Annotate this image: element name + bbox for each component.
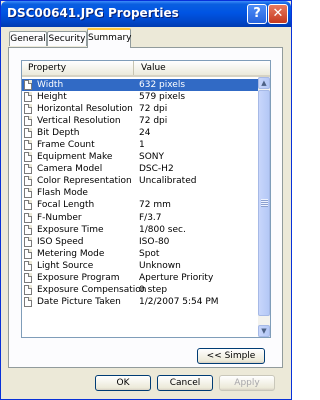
list-item[interactable]: Camera Model DSC-H2 [22, 163, 258, 175]
property-page-icon [24, 224, 32, 235]
list-item[interactable]: Horizontal Resolution 72 dpi [22, 103, 258, 115]
property-value: Aperture Priority [139, 272, 214, 283]
property-name: Focal Length [37, 200, 95, 211]
property-name: Horizontal Resolution [37, 104, 133, 115]
list-item[interactable]: Light Source Unknown [22, 260, 258, 272]
column-header-property[interactable]: Property [22, 61, 134, 75]
property-page-icon [24, 80, 32, 90]
property-value: 72 dpi [139, 104, 168, 115]
list-item[interactable]: F-Number F/3.7 [22, 212, 258, 224]
property-value: 1/2/2007 5:54 PM [139, 296, 219, 307]
property-page-icon [24, 212, 32, 223]
simple-button[interactable]: << Simple [197, 348, 265, 364]
list-item[interactable]: Width 632 pixels [22, 79, 258, 92]
property-page-icon [24, 92, 32, 103]
scroll-up-arrow-icon[interactable]: ▲ [258, 77, 270, 89]
property-name: ISO Speed [37, 236, 84, 247]
list-item[interactable]: Frame Count 1 [22, 139, 258, 151]
scroll-down-arrow-icon[interactable]: ▼ [258, 325, 270, 337]
list-item[interactable]: Exposure Time 1/800 sec. [22, 224, 258, 236]
property-page-icon [24, 260, 32, 271]
list-header: Property Value [22, 61, 270, 77]
property-page-icon [24, 200, 32, 211]
property-page-icon [24, 128, 32, 139]
list-item[interactable]: Date Picture Taken 1/2/2007 5:54 PM [22, 296, 258, 308]
property-name: Exposure Time [37, 224, 104, 235]
property-name: Metering Mode [37, 248, 105, 259]
window-title: DSC00641.JPG Properties [7, 6, 179, 20]
property-name: Height [37, 92, 67, 103]
column-header-value[interactable]: Value [135, 61, 258, 75]
property-page-icon [24, 116, 32, 127]
ok-button[interactable]: OK [95, 375, 151, 391]
list-item[interactable]: Height 579 pixels [22, 91, 258, 103]
property-page-icon [24, 164, 32, 175]
list-item[interactable]: ISO Speed ISO-80 [22, 236, 258, 248]
property-value: 579 pixels [139, 92, 186, 103]
property-name: Bit Depth [37, 128, 80, 139]
property-value: Spot [139, 248, 160, 259]
property-value: Unknown [139, 260, 181, 271]
list-item[interactable]: Exposure Program Aperture Priority [22, 272, 258, 284]
property-page-icon [24, 140, 32, 151]
tab-security[interactable]: Security [47, 31, 87, 46]
close-icon[interactable]: ✕ [268, 4, 288, 24]
property-page-icon [24, 284, 32, 295]
property-name: Color Representation [37, 176, 132, 187]
property-name: Date Picture Taken [37, 296, 121, 307]
help-icon[interactable]: ? [247, 4, 267, 24]
property-value: Uncalibrated [139, 176, 197, 187]
property-page-icon [24, 104, 32, 115]
property-page-icon [24, 236, 32, 247]
title-bar[interactable]: DSC00641.JPG Properties ? ✕ [1, 1, 291, 27]
property-name: Equipment Make [37, 152, 113, 163]
property-value: 1/800 sec. [139, 224, 186, 235]
property-name: Exposure Compensation [37, 284, 147, 295]
property-name: Vertical Resolution [37, 116, 121, 127]
property-value: 72 mm [139, 200, 171, 211]
tab-summary[interactable]: Summary [87, 28, 132, 48]
property-value: 72 dpi [139, 116, 168, 127]
list-item[interactable]: Focal Length 72 mm [22, 199, 258, 211]
list-item[interactable]: Equipment Make SONY [22, 151, 258, 163]
property-value: 24 [139, 128, 151, 139]
list-item[interactable]: Color Representation Uncalibrated [22, 175, 258, 187]
list-item[interactable]: Vertical Resolution 72 dpi [22, 115, 258, 127]
list-item[interactable]: Exposure Compensation 0 step [22, 284, 258, 296]
property-value: F/3.7 [139, 212, 162, 223]
properties-dialog: DSC00641.JPG Properties ? ✕ General Secu… [0, 0, 292, 400]
property-page-icon [24, 296, 32, 307]
scroll-thumb[interactable] [258, 90, 270, 316]
property-page-icon [24, 272, 32, 283]
property-name: F-Number [37, 212, 82, 223]
cancel-button[interactable]: Cancel [157, 375, 213, 391]
summary-panel: Property Value Width 632 pixels Height 579 … [8, 47, 283, 368]
property-name: Exposure Program [37, 272, 120, 283]
list-item[interactable]: Flash Mode [22, 187, 258, 199]
property-name: Flash Mode [37, 188, 88, 199]
list-rows: Width 632 pixels Height 579 pixels Horizonta… [22, 79, 258, 308]
property-page-icon [24, 248, 32, 259]
property-value: DSC-H2 [139, 164, 174, 175]
property-name: Frame Count [37, 140, 95, 151]
property-value: 632 pixels [139, 80, 186, 90]
property-page-icon [24, 188, 32, 199]
grip-icon [261, 199, 268, 207]
property-name: Camera Model [37, 164, 103, 175]
property-value: 1 [139, 140, 145, 151]
property-value: 0 step [139, 284, 168, 295]
list-item[interactable]: Bit Depth 24 [22, 127, 258, 139]
property-value: SONY [139, 152, 165, 163]
property-page-icon [24, 176, 32, 187]
property-name: Light Source [37, 260, 94, 271]
property-name: Width [37, 80, 64, 90]
property-page-icon [24, 152, 32, 163]
properties-list[interactable]: Property Value Width 632 pixels Height 579 … [21, 60, 271, 338]
list-item[interactable]: Metering Mode Spot [22, 248, 258, 260]
vertical-scrollbar[interactable]: ▲ ▼ [258, 77, 270, 337]
tab-general[interactable]: General [9, 31, 47, 46]
property-value: ISO-80 [139, 236, 170, 247]
apply-button[interactable]: Apply [219, 375, 275, 391]
